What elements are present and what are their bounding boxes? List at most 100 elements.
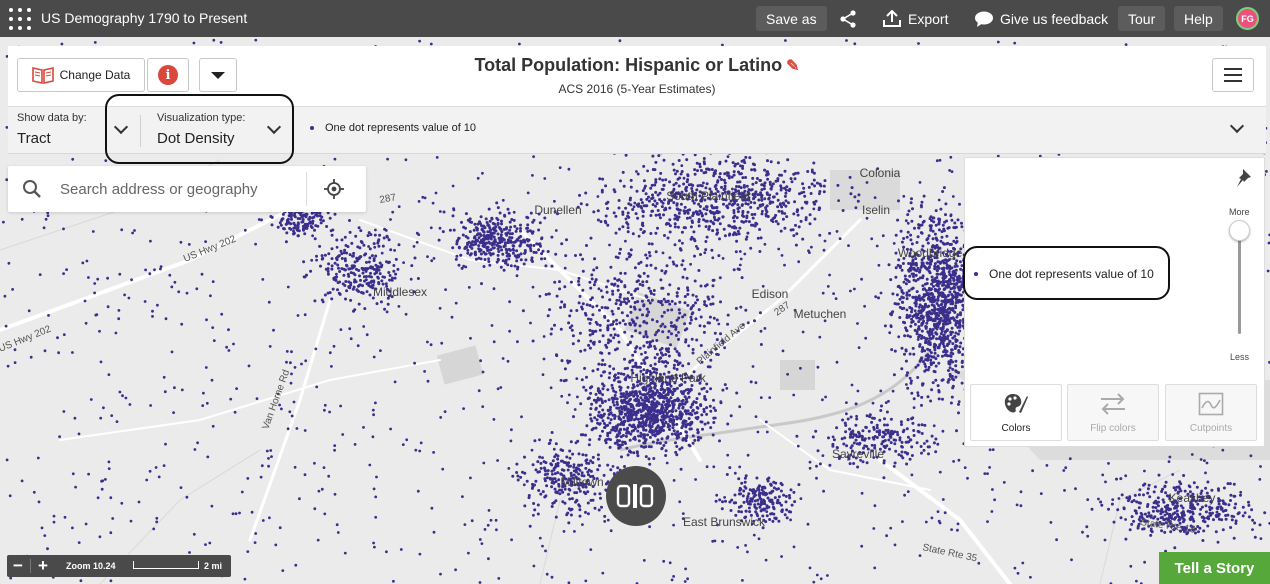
population-dot: [628, 423, 632, 427]
population-dot: [734, 226, 738, 230]
population-dot: [924, 302, 927, 306]
population-dot: [744, 155, 748, 159]
population-dot: [480, 282, 483, 286]
population-dot: [1222, 486, 1226, 490]
population-dot: [954, 364, 958, 368]
population-dot: [621, 170, 625, 174]
population-dot: [393, 276, 397, 280]
population-dot: [744, 308, 748, 312]
population-dot: [812, 171, 816, 175]
population-dot: [937, 317, 940, 321]
population-dot: [654, 190, 658, 194]
population-dot: [912, 262, 916, 266]
population-dot: [782, 180, 786, 184]
population-dot: [1229, 493, 1233, 497]
population-dot: [849, 433, 852, 436]
population-dot: [528, 524, 532, 528]
population-dot: [517, 236, 521, 240]
population-dot: [577, 464, 581, 467]
population-dot: [939, 239, 943, 243]
population-dot: [442, 210, 446, 214]
population-dot: [894, 275, 898, 279]
population-dot: [1247, 503, 1251, 507]
population-dot: [722, 178, 726, 182]
population-dot: [731, 216, 735, 220]
population-dot: [737, 232, 741, 236]
population-dot: [734, 306, 738, 310]
population-dot: [678, 176, 682, 180]
population-dot: [613, 333, 617, 337]
population-dot: [1146, 505, 1149, 508]
population-dot: [954, 331, 958, 335]
population-dot: [330, 257, 334, 261]
population-dot: [766, 496, 770, 500]
population-dot: [728, 466, 732, 470]
population-dot: [778, 501, 782, 505]
population-dot: [729, 509, 733, 512]
population-dot: [685, 400, 689, 404]
population-dot: [931, 381, 935, 385]
population-dot: [654, 402, 657, 406]
population-dot: [777, 495, 781, 499]
population-dot: [747, 220, 751, 224]
population-dot: [607, 376, 611, 380]
population-dot: [912, 429, 916, 432]
population-dot: [388, 278, 392, 282]
population-dot: [642, 303, 646, 307]
population-dot: [749, 246, 753, 250]
population-dot: [635, 345, 639, 349]
population-dot: [717, 254, 721, 258]
population-dot: [647, 299, 650, 302]
population-dot: [927, 286, 931, 290]
population-dot: [591, 369, 595, 373]
population-dot: [383, 307, 387, 311]
population-dot: [675, 445, 679, 448]
population-dot: [581, 453, 585, 457]
population-dot: [1206, 480, 1210, 484]
population-dot: [620, 407, 624, 411]
population-dot: [657, 154, 661, 158]
population-dot: [590, 402, 594, 406]
population-dot: [645, 321, 649, 325]
population-dot: [923, 349, 927, 353]
population-dot: [652, 457, 656, 460]
population-dot: [491, 252, 495, 256]
population-dot: [366, 234, 370, 238]
population-dot: [600, 190, 604, 194]
population-dot: [814, 429, 818, 433]
population-dot: [1208, 511, 1212, 515]
population-dot: [855, 417, 859, 421]
population-dot: [648, 301, 652, 305]
population-dot: [644, 253, 648, 257]
population-dot: [699, 404, 703, 408]
population-dot: [1128, 528, 1132, 532]
population-dot: [338, 270, 342, 273]
population-dot: [770, 498, 774, 502]
population-dot: [546, 250, 550, 253]
population-dot: [335, 238, 339, 242]
population-dot: [685, 430, 688, 434]
population-dot: [849, 415, 853, 419]
population-dot: [691, 214, 695, 218]
population-dot: [515, 227, 519, 231]
population-dot: [618, 251, 622, 255]
population-dot: [753, 319, 756, 323]
population-dot: [889, 435, 893, 439]
population-dot: [645, 264, 649, 268]
population-dot: [475, 228, 479, 232]
population-dot: [698, 324, 702, 328]
population-dot: [343, 284, 347, 287]
population-dot: [678, 447, 682, 451]
population-dot: [712, 222, 716, 226]
population-dot: [668, 418, 672, 422]
population-dot: [364, 267, 368, 270]
population-dot: [766, 479, 770, 483]
population-dot: [584, 191, 588, 195]
population-dot: [638, 282, 642, 286]
population-dot: [603, 514, 607, 518]
population-dot: [659, 409, 663, 412]
population-dot: [606, 423, 610, 427]
population-dot: [649, 263, 653, 267]
population-dot: [500, 222, 503, 226]
population-dot: [1198, 526, 1202, 530]
